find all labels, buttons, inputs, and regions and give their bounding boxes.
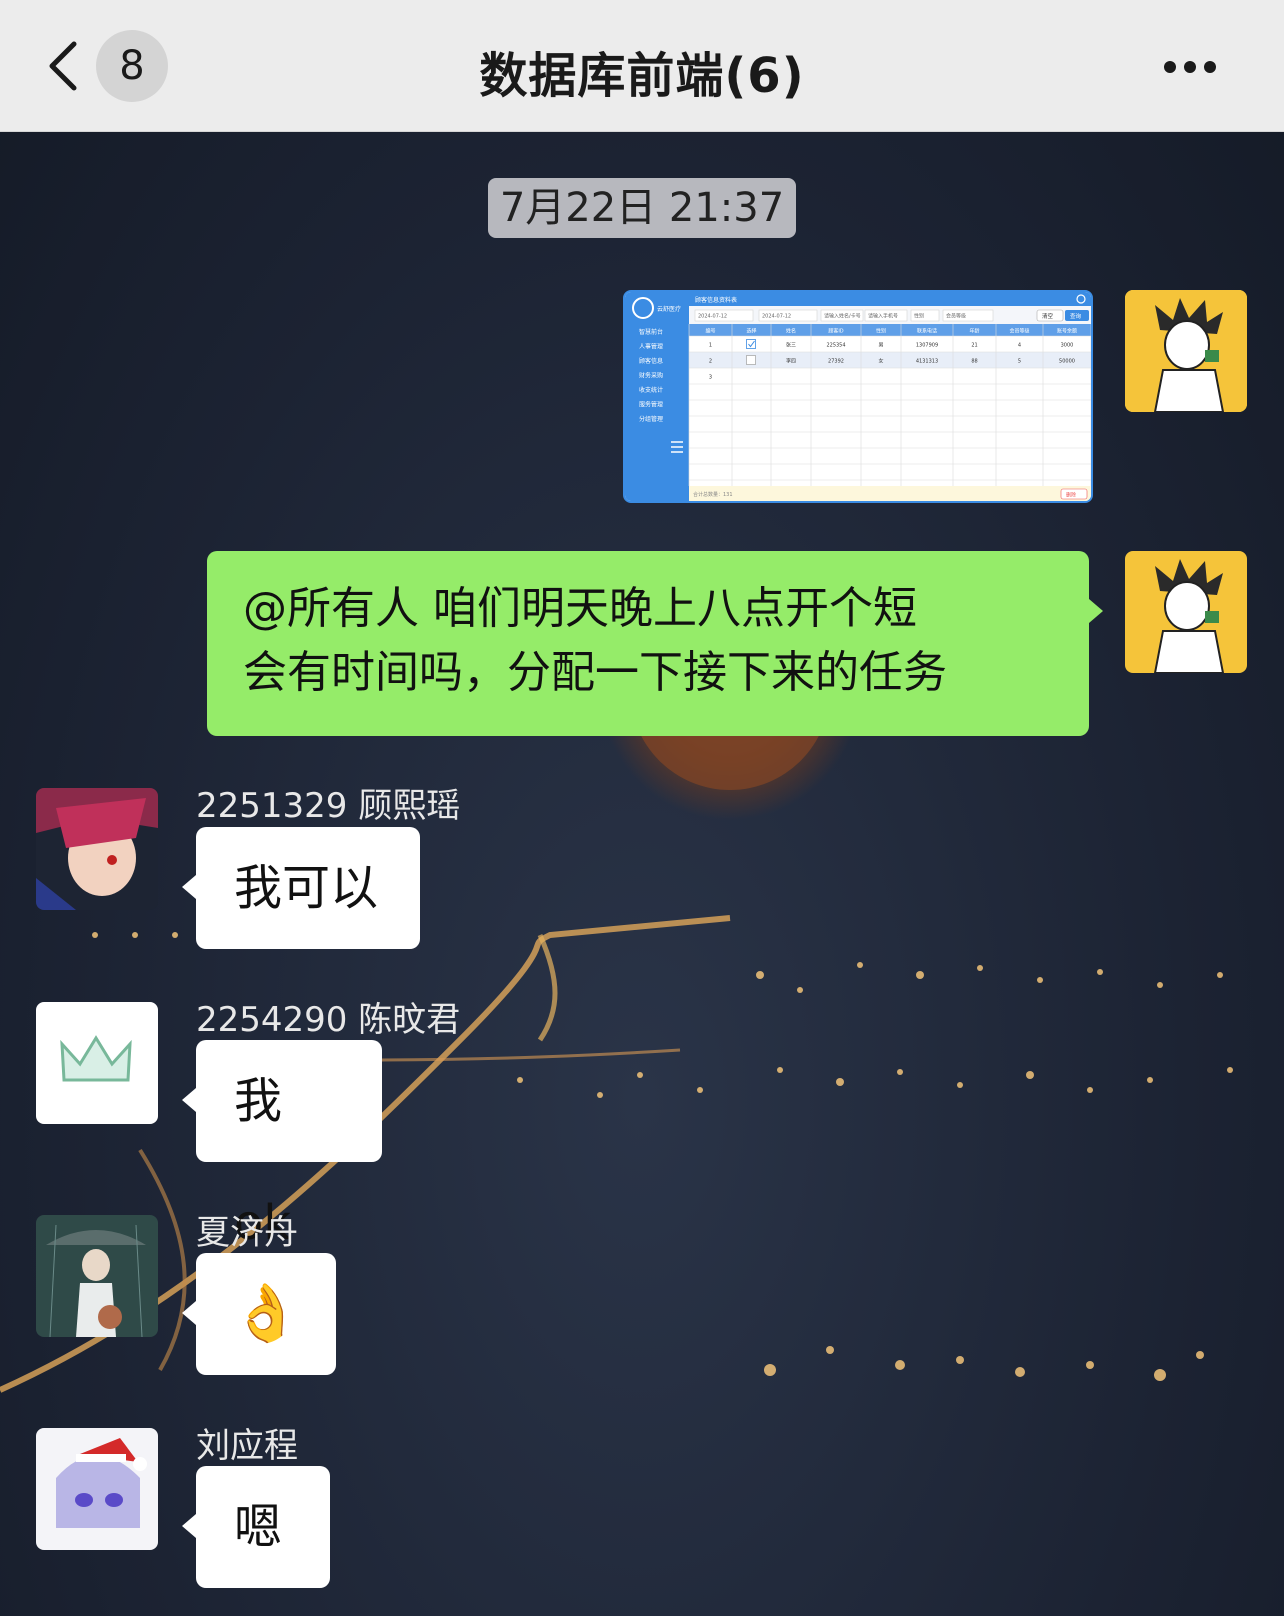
screenshot-cell: 27392 xyxy=(828,359,844,365)
screenshot-page-title: 顾客信息资料表 xyxy=(695,296,737,304)
screenshot-column-header: 账号余额 xyxy=(1057,328,1077,335)
screenshot-filter-text: 性别 xyxy=(914,313,924,320)
screenshot-column-header: 姓名 xyxy=(786,328,796,335)
my-message-bubble[interactable]: @所有人 咱们明天晚上八点开个短 会有时间吗，分配一下接下来的任务 xyxy=(207,551,1103,736)
more-options-icon[interactable] xyxy=(1164,58,1224,73)
my-avatar[interactable] xyxy=(1125,290,1247,412)
screenshot-checkbox xyxy=(746,355,756,365)
screenshot-cell: 4 xyxy=(1018,343,1021,349)
member-avatar[interactable] xyxy=(36,1002,158,1124)
sender-name: 2254290 陈旼君 xyxy=(196,1000,461,1040)
screenshot-cell: 女 xyxy=(878,358,883,365)
message-bubble[interactable]: 嗯 xyxy=(182,1466,330,1588)
screenshot-query-button: 查询 xyxy=(1070,312,1082,320)
message-bubble[interactable]: 我 ok xyxy=(182,1040,382,1251)
screenshot-column-header: 联系电话 xyxy=(917,328,937,335)
chat-header: 8 数据库前端(6) xyxy=(0,0,1284,132)
screenshot-nav-item: 分组管理 xyxy=(639,415,663,423)
screenshot-filter-text: 2024-07-12 xyxy=(762,314,791,320)
screenshot-column-header: 年龄 xyxy=(969,328,979,335)
message-text: @所有人 咱们明天晚上八点开个短 xyxy=(243,583,917,634)
screenshot-filter-text: 请输入手机号 xyxy=(868,313,898,320)
screenshot-cell: 1307909 xyxy=(916,343,938,349)
screenshot-column-header: 选择 xyxy=(746,328,756,335)
screenshot-delete-button: 删除 xyxy=(1066,492,1076,499)
member-avatar[interactable] xyxy=(36,1215,158,1337)
message-bubble[interactable]: 👌 xyxy=(182,1253,336,1375)
sender-name: 2251329 顾熙瑶 xyxy=(196,786,461,826)
screenshot-cell: 225354 xyxy=(826,343,845,349)
screenshot-column-header: 会员等级 xyxy=(1009,328,1029,335)
screenshot-nav-item: 收支统计 xyxy=(639,386,663,394)
screenshot-nav-item: 人事管理 xyxy=(639,343,663,351)
message-bubble[interactable]: 我可以 xyxy=(182,827,420,949)
chat-background xyxy=(0,0,1284,1616)
screenshot-filter-text: 2024-07-12 xyxy=(698,314,727,320)
screenshot-cell: 1 xyxy=(709,343,712,349)
screenshot-brand: 云舒医疗 xyxy=(657,305,681,313)
sender-name: 刘应程 xyxy=(196,1426,298,1466)
message-timestamp: 7月22日 21:37 xyxy=(488,178,796,238)
screenshot-cell: 88 xyxy=(971,359,977,365)
message-text: 会有时间吗，分配一下接下来的任务 xyxy=(243,647,947,698)
member-avatar[interactable] xyxy=(36,788,158,910)
shared-screenshot-image[interactable]: 云舒医疗 智慧前台人事管理顾客信息财务采购收支统计服务管理分组管理 顾客信息资料… xyxy=(623,290,1093,503)
my-avatar[interactable] xyxy=(1125,551,1247,673)
screenshot-cell: 4131313 xyxy=(916,359,938,365)
screenshot-column-header: 性别 xyxy=(876,328,886,335)
screenshot-nav-item: 服务管理 xyxy=(639,401,663,409)
chat-title: 数据库前端(6) xyxy=(479,48,805,104)
screenshot-cell: 5 xyxy=(1018,359,1021,365)
screenshot-filter-text: 会员等级 xyxy=(946,313,966,320)
screenshot-nav-item: 智慧前台 xyxy=(639,328,663,336)
screenshot-column-header: 编号 xyxy=(705,328,715,335)
screenshot-cell: 2 xyxy=(709,359,712,365)
screenshot-cell: 张三 xyxy=(786,342,796,349)
screenshot-clear-button: 清空 xyxy=(1042,312,1054,320)
sender-name: 夏济舟 xyxy=(196,1213,298,1253)
screenshot-column-header: 顾客ID xyxy=(828,328,843,335)
screenshot-filter-text: 请输入姓名/卡号 xyxy=(824,313,861,320)
screenshot-cell: 21 xyxy=(971,343,977,349)
member-avatar[interactable] xyxy=(36,1428,158,1550)
screenshot-cell: 李四 xyxy=(786,358,796,365)
screenshot-nav-item: 财务采购 xyxy=(639,372,663,380)
screenshot-nav-item: 顾客信息 xyxy=(639,357,663,365)
screenshot-cell: 男 xyxy=(878,343,883,349)
screenshot-cell: 50000 xyxy=(1059,359,1075,365)
screenshot-cell: 3000 xyxy=(1061,343,1074,349)
screenshot-cell: 3 xyxy=(709,375,712,381)
screenshot-footer: 合计总数量：131 xyxy=(693,491,733,498)
